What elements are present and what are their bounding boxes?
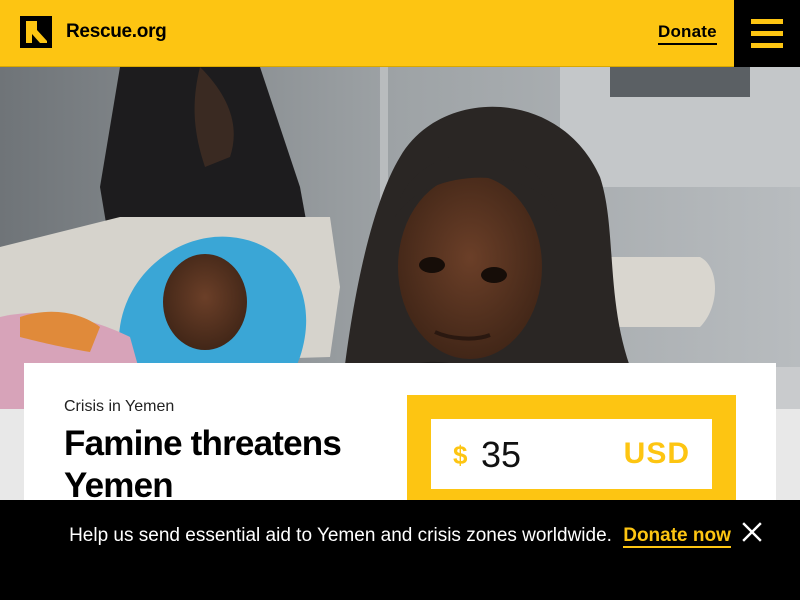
banner-donate-now-link[interactable]: Donate now — [623, 525, 731, 548]
site-logo[interactable]: Rescue.org — [20, 16, 167, 48]
donate-banner: Help us send essential aid to Yemen and … — [0, 500, 800, 600]
banner-message: Help us send essential aid to Yemen and … — [69, 525, 612, 546]
menu-bar — [751, 43, 783, 48]
hero-image — [0, 67, 800, 409]
currency-selector[interactable]: USD — [624, 437, 690, 471]
card-title: Famine threatens Yemen — [64, 424, 342, 505]
header-donate-link[interactable]: Donate — [658, 22, 717, 45]
logo-text: Rescue.org — [66, 21, 167, 42]
donation-amount-input[interactable]: $ 35 USD — [431, 419, 712, 489]
card-eyebrow: Crisis in Yemen — [64, 398, 175, 415]
irc-logo-icon — [20, 16, 52, 48]
site-header: Rescue.org Donate — [0, 0, 800, 67]
menu-bar — [751, 19, 783, 24]
menu-bar — [751, 31, 783, 36]
currency-symbol: $ — [453, 440, 468, 470]
hamburger-menu-icon[interactable] — [734, 0, 800, 67]
close-icon[interactable] — [740, 520, 764, 544]
donation-amount-value: 35 — [481, 434, 522, 475]
banner-text: Help us send essential aid to Yemen and … — [60, 520, 740, 551]
